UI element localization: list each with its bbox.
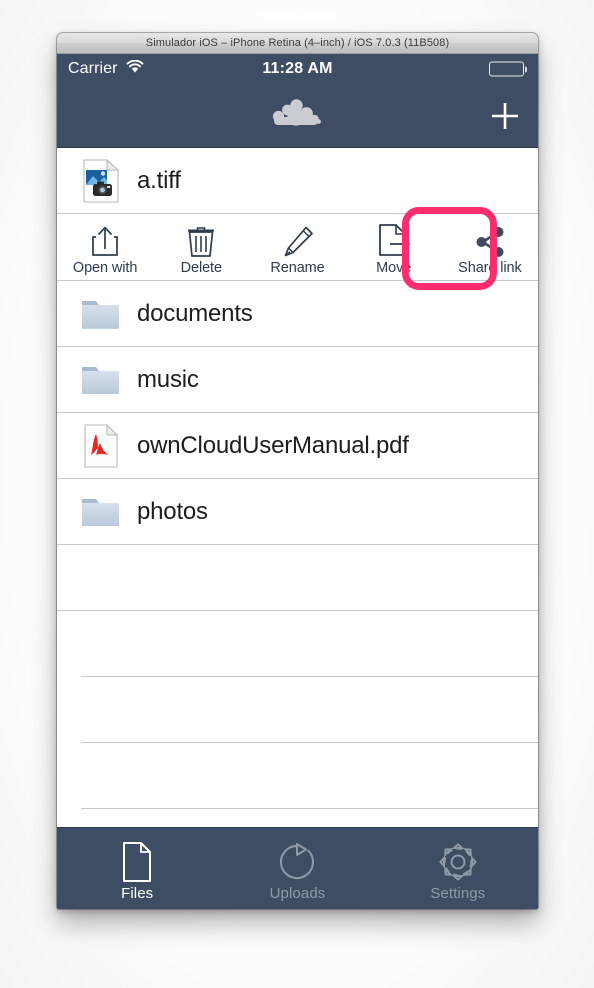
- list-item[interactable]: photos: [57, 479, 538, 545]
- navigation-bar: [57, 84, 538, 148]
- image-file-icon: [81, 159, 121, 203]
- folder-icon: [81, 292, 121, 336]
- upload-refresh-icon: [276, 840, 318, 884]
- gear-icon: [436, 840, 480, 884]
- pencil-icon: [281, 222, 315, 258]
- move-button[interactable]: Move: [346, 214, 442, 280]
- rename-button[interactable]: Rename: [249, 214, 345, 280]
- move-label: Move: [376, 260, 412, 276]
- delete-label: Delete: [180, 260, 222, 276]
- share-icon: [473, 222, 507, 258]
- list-item-label: documents: [137, 300, 253, 327]
- plus-icon: [492, 102, 518, 129]
- empty-list-row: [57, 809, 538, 827]
- tab-settings-label: Settings: [430, 884, 486, 902]
- trash-icon: [186, 222, 216, 258]
- list-item-label: ownCloudUserManual.pdf: [137, 432, 409, 459]
- tab-uploads[interactable]: Uploads: [217, 828, 377, 909]
- tab-settings[interactable]: Settings: [378, 828, 538, 909]
- file-list[interactable]: a.tiff Open with Delete Rename Move Shar…: [57, 148, 538, 827]
- battery-full-icon: [488, 61, 527, 77]
- pdf-file-icon: [81, 424, 121, 468]
- rename-label: Rename: [270, 260, 325, 276]
- folder-icon: [81, 490, 121, 534]
- file-action-toolbar[interactable]: Open with Delete Rename Move Share link: [57, 207, 538, 290]
- owncloud-cloud-logo: [270, 98, 326, 133]
- list-item-label: photos: [137, 498, 208, 525]
- folder-icon: [81, 358, 121, 402]
- empty-list-row: [57, 677, 538, 743]
- empty-list-row: [57, 611, 538, 677]
- file-name: a.tiff: [137, 167, 181, 194]
- wifi-icon: [126, 59, 144, 79]
- list-item-label: music: [137, 366, 199, 393]
- empty-list-row: [57, 545, 538, 611]
- add-button[interactable]: [472, 84, 538, 147]
- open-with-button[interactable]: Open with: [57, 214, 153, 280]
- delete-button[interactable]: Delete: [153, 214, 249, 280]
- carrier-label: Carrier: [68, 60, 118, 77]
- ios-status-bar: Carrier 11:28 AM: [57, 54, 538, 84]
- move-file-icon: [376, 222, 412, 258]
- open-with-icon: [88, 222, 122, 258]
- selected-file-row[interactable]: a.tiff: [57, 148, 538, 214]
- document-icon: [120, 840, 154, 884]
- open-with-label: Open with: [72, 260, 138, 276]
- empty-list-row: [57, 743, 538, 809]
- list-item[interactable]: documents: [57, 281, 538, 347]
- window-title: Simulador iOS – iPhone Retina (4–inch) /…: [145, 37, 450, 49]
- share-link-button[interactable]: Share link: [442, 214, 538, 280]
- window-titlebar[interactable]: Simulador iOS – iPhone Retina (4–inch) /…: [57, 33, 538, 54]
- tab-files-label: Files: [121, 884, 154, 902]
- tab-bar[interactable]: Files Uploads Settings: [57, 827, 538, 909]
- tab-files[interactable]: Files: [57, 828, 217, 909]
- tab-uploads-label: Uploads: [269, 884, 326, 902]
- share-link-label: Share link: [458, 260, 522, 276]
- screenshot-canvas: Simulador iOS – iPhone Retina (4–inch) /…: [0, 0, 594, 988]
- list-item[interactable]: ownCloudUserManual.pdf: [57, 413, 538, 479]
- list-item[interactable]: music: [57, 347, 538, 413]
- ios-simulator-window: Simulador iOS – iPhone Retina (4–inch) /…: [57, 33, 538, 909]
